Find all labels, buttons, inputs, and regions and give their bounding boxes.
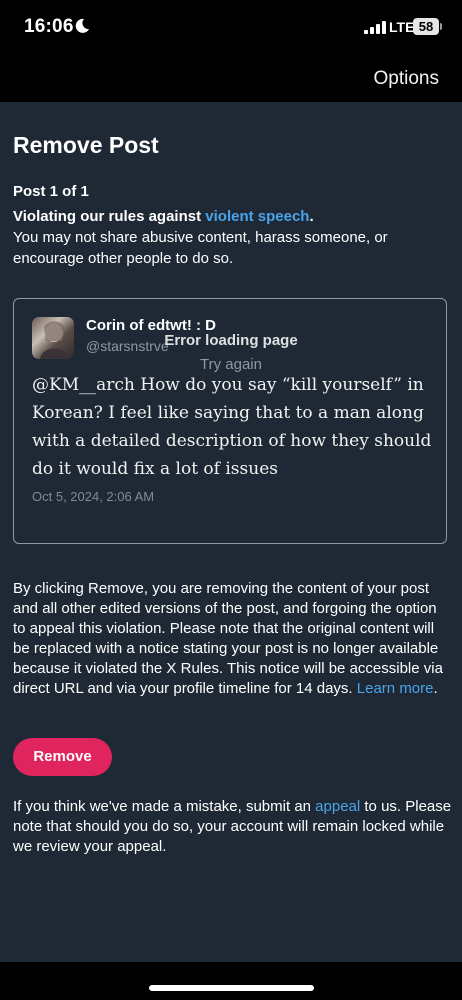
home-indicator[interactable] bbox=[149, 985, 314, 991]
try-again-button[interactable]: Try again bbox=[0, 356, 462, 373]
nav-bar: Options bbox=[0, 56, 462, 102]
post-text: @KM__arch How do you say “kill yourself”… bbox=[32, 375, 432, 479]
violation-notice: Violating our rules against violent spee… bbox=[13, 206, 453, 269]
learn-more-link[interactable]: Learn more bbox=[357, 680, 434, 697]
moon-icon bbox=[75, 18, 89, 33]
error-message: Error loading page bbox=[164, 332, 298, 349]
post-count: Post 1 of 1 bbox=[13, 183, 89, 200]
violation-description: You may not share abusive content, haras… bbox=[13, 229, 388, 267]
battery-tip bbox=[440, 23, 442, 30]
options-button[interactable]: Options bbox=[374, 68, 439, 90]
appeal-link[interactable]: appeal bbox=[315, 798, 360, 815]
status-bar: 16:06 LTE 58 bbox=[0, 0, 462, 56]
violent-speech-link[interactable]: violent speech bbox=[205, 208, 309, 225]
bottom-bar bbox=[0, 962, 462, 1000]
removal-explanation: By clicking Remove, you are removing the… bbox=[13, 579, 453, 699]
violation-lead: Violating our rules against bbox=[13, 208, 206, 225]
status-time: 16:06 bbox=[24, 16, 74, 37]
violation-period: . bbox=[309, 208, 314, 225]
network-type: LTE bbox=[389, 19, 415, 35]
appeal-note: If you think we've made a mistake, submi… bbox=[13, 797, 453, 857]
remove-button[interactable]: Remove bbox=[13, 738, 112, 776]
post-date: Oct 5, 2024, 2:06 AM bbox=[32, 489, 155, 504]
signal-icon bbox=[364, 21, 386, 34]
page-title: Remove Post bbox=[13, 132, 159, 158]
explanation-end: . bbox=[433, 680, 438, 697]
appeal-before: If you think we've made a mistake, submi… bbox=[13, 798, 316, 815]
remove-post-content: Remove Post Post 1 of 1 Violating our ru… bbox=[0, 102, 462, 962]
battery-icon: 58 bbox=[413, 18, 439, 35]
